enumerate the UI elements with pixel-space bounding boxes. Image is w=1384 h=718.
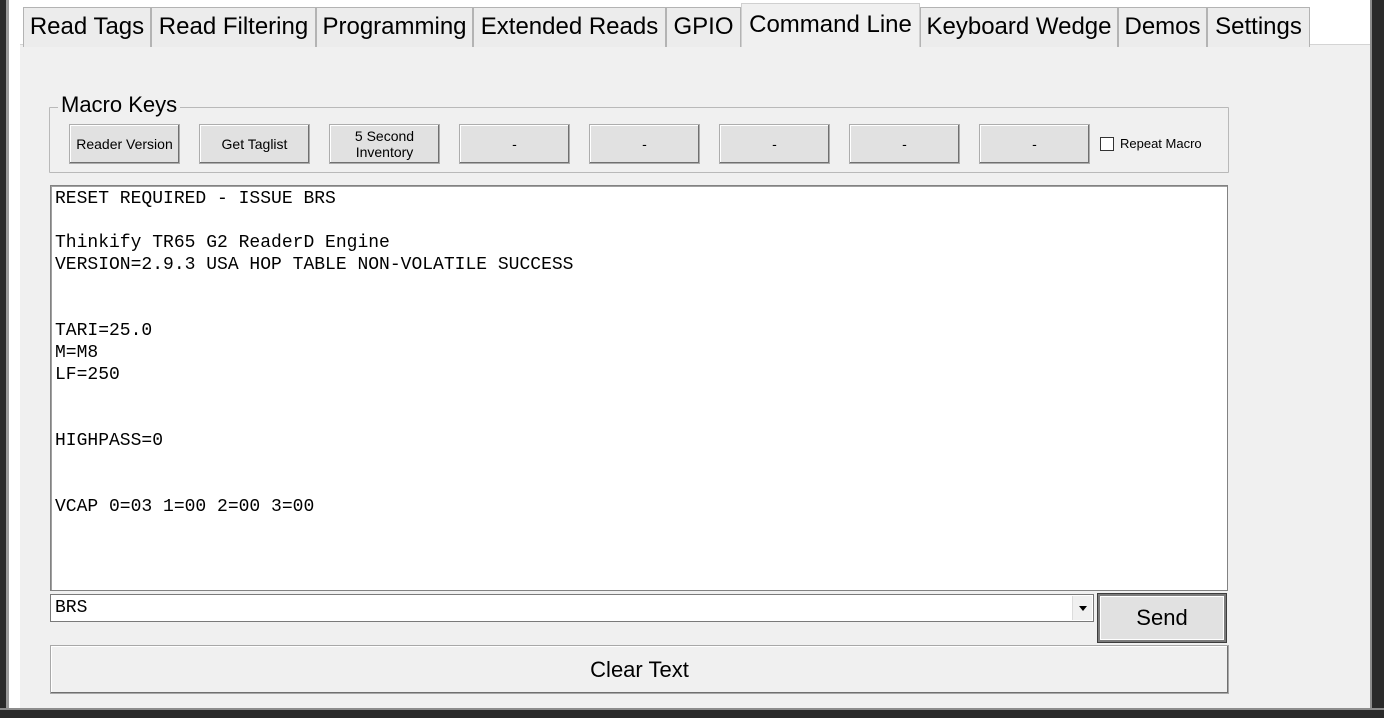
send-button[interactable]: Send xyxy=(1097,593,1227,643)
tab-extended-reads[interactable]: Extended Reads xyxy=(473,7,666,47)
tab-strip: Read Tags Read Filtering Programming Ext… xyxy=(20,3,1320,47)
window-border-bottom xyxy=(0,708,1384,718)
repeat-macro-label[interactable]: Repeat Macro xyxy=(1120,136,1202,152)
macro-button-5-second-inventory[interactable]: 5 Second Inventory xyxy=(329,124,440,164)
macro-button-5[interactable]: - xyxy=(589,124,700,164)
window-border-right xyxy=(1370,0,1384,718)
tab-programming[interactable]: Programming xyxy=(316,7,473,47)
tab-keyboard-wedge[interactable]: Keyboard Wedge xyxy=(920,7,1118,47)
clear-text-button[interactable]: Clear Text xyxy=(50,645,1229,694)
command-output-text: RESET REQUIRED - ISSUE BRS Thinkify TR65… xyxy=(55,189,574,517)
chevron-down-icon[interactable] xyxy=(1072,596,1092,620)
command-input-value[interactable]: BRS xyxy=(55,597,87,619)
window-border-left xyxy=(0,0,9,718)
tab-gpio[interactable]: GPIO xyxy=(666,7,741,47)
app-window: Read Tags Read Filtering Programming Ext… xyxy=(0,0,1384,718)
command-input-combobox[interactable]: BRS xyxy=(50,594,1094,622)
tab-command-line[interactable]: Command Line xyxy=(741,3,920,47)
repeat-macro-checkbox[interactable] xyxy=(1100,137,1114,151)
macro-button-get-taglist[interactable]: Get Taglist xyxy=(199,124,310,164)
tab-demos[interactable]: Demos xyxy=(1118,7,1207,47)
macro-keys-title: Macro Keys xyxy=(58,92,181,118)
macro-button-8[interactable]: - xyxy=(979,124,1090,164)
tab-settings[interactable]: Settings xyxy=(1207,7,1310,47)
command-output-textarea[interactable]: RESET REQUIRED - ISSUE BRS Thinkify TR65… xyxy=(50,185,1228,591)
tab-read-filtering[interactable]: Read Filtering xyxy=(151,7,316,47)
macro-button-reader-version[interactable]: Reader Version xyxy=(69,124,180,164)
macro-button-4[interactable]: - xyxy=(459,124,570,164)
tab-read-tags[interactable]: Read Tags xyxy=(23,7,151,47)
macro-button-7[interactable]: - xyxy=(849,124,960,164)
macro-button-6[interactable]: - xyxy=(719,124,830,164)
